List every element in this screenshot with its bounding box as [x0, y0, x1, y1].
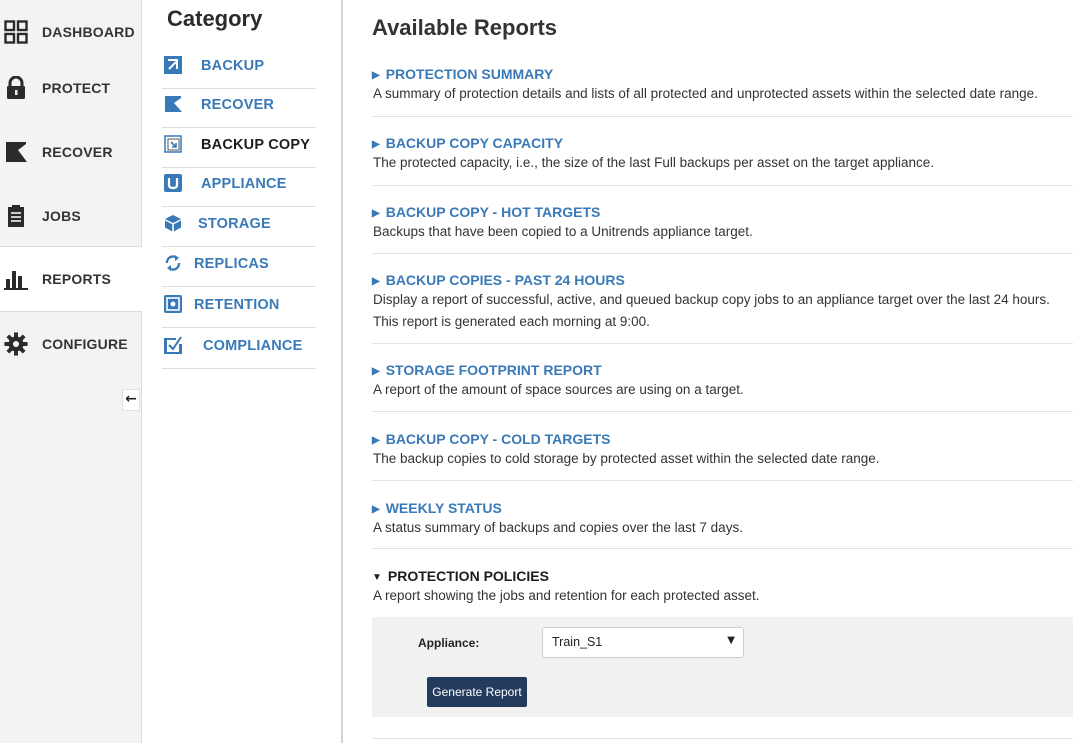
category-label-appliance: APPLIANCE [201, 176, 287, 192]
recover-arrow-icon [4, 140, 28, 164]
report-protection-policies: ▼ PROTECTION POLICIES A report showing th… [372, 568, 1073, 608]
recover-icon [164, 95, 182, 113]
category-item-compliance[interactable]: COMPLIANCE [162, 328, 316, 369]
nav-item-dashboard[interactable]: DASHBOARD [0, 0, 141, 64]
backup-icon [164, 56, 182, 74]
backup-copy-icon [164, 135, 182, 153]
appliance-icon [164, 174, 182, 192]
category-item-replicas[interactable]: REPLICAS [162, 246, 316, 287]
report-title-link[interactable]: ▶ STORAGE FOOTPRINT REPORT [372, 362, 602, 378]
report-title-link[interactable]: ▶ BACKUP COPY - COLD TARGETS [372, 431, 611, 447]
nav-item-configure[interactable]: CONFIGURE [0, 312, 141, 376]
report-title-link[interactable]: ▶ BACKUP COPY CAPACITY [372, 135, 563, 151]
category-item-storage[interactable]: STORAGE [162, 206, 316, 247]
dashboard-grid-icon [4, 20, 28, 44]
category-label-backup: BACKUP [201, 58, 265, 74]
report-description: A summary of protection details and list… [373, 86, 1038, 101]
protection-policies-form: Appliance: Train_S1 ▼ Generate Report [372, 617, 1073, 717]
category-item-recover[interactable]: RECOVER [162, 87, 316, 128]
report-title-link[interactable]: ▶ WEEKLY STATUS [372, 500, 502, 516]
report-backup-copies-past-24-hours: ▶ BACKUP COPIES - PAST 24 HOURS Display a… [372, 272, 1073, 344]
collapse-triangle-icon: ▼ [372, 572, 382, 583]
category-item-backup-copy[interactable]: BACKUP COPY [162, 127, 316, 168]
appliance-selected-value: Train_S1 [552, 635, 603, 649]
appliance-select[interactable]: Train_S1 ▼ [542, 627, 744, 658]
report-title-link[interactable]: ▶ BACKUP COPIES - PAST 24 HOURS [372, 272, 625, 288]
left-arrow-icon: ← [125, 391, 137, 407]
reports-main: Available Reports ▶ PROTECTION SUMMARY A … [343, 0, 1073, 743]
report-title-link[interactable]: ▶ BACKUP COPY - HOT TARGETS [372, 204, 600, 220]
nav-item-jobs[interactable]: JOBS [0, 184, 141, 248]
report-description: Display a report of successful, active, … [373, 292, 1050, 307]
nav-item-protect[interactable]: PROTECT [0, 56, 141, 120]
category-label-storage: STORAGE [198, 216, 271, 232]
expand-triangle-icon: ▶ [372, 139, 380, 150]
category-item-retention[interactable]: RETENTION [162, 287, 316, 328]
expand-triangle-icon: ▶ [372, 504, 380, 515]
retention-icon [164, 295, 182, 313]
divider [372, 738, 1073, 739]
report-protection-summary: ▶ PROTECTION SUMMARY A summary of protect… [372, 66, 1073, 117]
nav-item-reports[interactable]: REPORTS [0, 246, 142, 312]
page-title: Available Reports [372, 15, 558, 40]
nav-label-reports: REPORTS [42, 271, 112, 287]
category-label-recover: RECOVER [201, 97, 275, 113]
left-nav: DASHBOARD PROTECT RECOVER JOBS REPORTS C… [0, 0, 142, 743]
storage-icon [164, 214, 182, 232]
category-label-retention: RETENTION [194, 297, 280, 313]
expand-triangle-icon: ▶ [372, 208, 380, 219]
report-description: A report showing the jobs and retention … [373, 588, 760, 603]
report-description: Backups that have been copied to a Unitr… [373, 224, 753, 239]
compliance-icon [164, 336, 182, 354]
category-item-backup[interactable]: BACKUP [162, 48, 316, 89]
collapse-nav-button[interactable]: ← [122, 389, 140, 411]
report-storage-footprint: ▶ STORAGE FOOTPRINT REPORT A report of th… [372, 362, 1073, 412]
replicas-icon [164, 254, 182, 272]
nav-label-configure: CONFIGURE [42, 336, 128, 352]
expand-triangle-icon: ▶ [372, 70, 380, 81]
report-backup-copy-hot-targets: ▶ BACKUP COPY - HOT TARGETS Backups that … [372, 204, 1073, 254]
generate-report-button[interactable]: Generate Report [427, 677, 527, 707]
report-title-link[interactable]: ▼ PROTECTION POLICIES [372, 568, 549, 584]
category-label-compliance: COMPLIANCE [203, 338, 303, 354]
category-title: Category [167, 6, 263, 31]
category-panel: Category BACKUP RECOVER BACKUP COPY APPL… [142, 0, 343, 743]
report-description-line2: This report is generated each morning at… [373, 314, 650, 329]
gear-icon [4, 332, 28, 356]
report-description: The protected capacity, i.e., the size o… [373, 155, 935, 170]
category-label-backup-copy: BACKUP COPY [201, 137, 311, 153]
expand-triangle-icon: ▶ [372, 366, 380, 377]
expand-triangle-icon: ▶ [372, 435, 380, 446]
bar-chart-icon [4, 267, 28, 291]
report-backup-copy-capacity: ▶ BACKUP COPY CAPACITY The protected capa… [372, 135, 1073, 186]
report-backup-copy-cold-targets: ▶ BACKUP COPY - COLD TARGETS The backup c… [372, 431, 1073, 481]
nav-label-jobs: JOBS [42, 208, 81, 224]
clipboard-icon [4, 204, 28, 228]
category-label-replicas: REPLICAS [194, 256, 269, 272]
lock-icon [4, 76, 28, 100]
report-description: A report of the amount of space sources … [373, 382, 744, 397]
nav-label-recover: RECOVER [42, 144, 113, 160]
report-description: A status summary of backups and copies o… [373, 520, 743, 535]
nav-item-recover[interactable]: RECOVER [0, 120, 141, 184]
category-item-appliance[interactable]: APPLIANCE [162, 166, 316, 207]
report-description: The backup copies to cold storage by pro… [373, 451, 880, 466]
appliance-label: Appliance: [418, 636, 480, 650]
nav-label-dashboard: DASHBOARD [42, 24, 135, 40]
nav-label-protect: PROTECT [42, 80, 111, 96]
dropdown-caret-icon: ▼ [727, 635, 735, 646]
report-weekly-status: ▶ WEEKLY STATUS A status summary of backu… [372, 500, 1073, 549]
expand-triangle-icon: ▶ [372, 276, 380, 287]
report-title-link[interactable]: ▶ PROTECTION SUMMARY [372, 66, 553, 82]
